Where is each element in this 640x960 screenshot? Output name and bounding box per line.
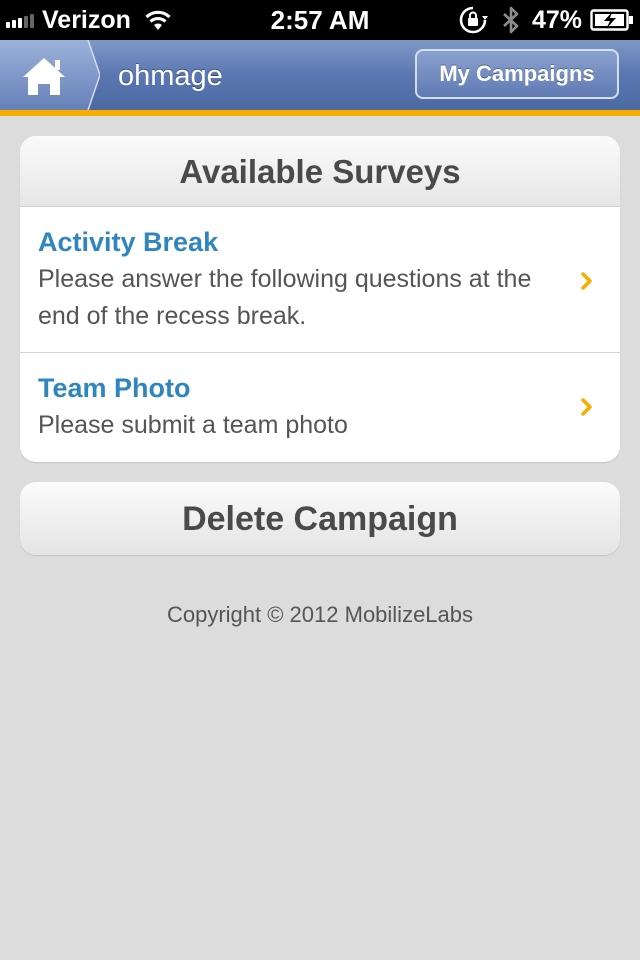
home-button[interactable] <box>0 39 101 111</box>
copyright-text: Copyright © 2012 MobilizeLabs <box>166 602 474 627</box>
status-bar: Verizon 2:57 AM 47% <box>0 0 640 40</box>
delete-campaign-button[interactable]: Delete Campaign <box>20 482 620 555</box>
app-title: ohmage <box>118 60 223 92</box>
survey-description: Please submit a team photo <box>38 411 348 439</box>
nav-accent-stripe <box>0 110 640 116</box>
surveys-header: Available Surveys <box>20 136 620 207</box>
status-bar-right: 47% <box>458 0 634 40</box>
bluetooth-icon <box>503 6 519 34</box>
survey-title: Activity Break <box>38 227 219 257</box>
survey-description: Please answer the following questions at… <box>38 265 532 330</box>
my-campaigns-button[interactable]: My Campaigns <box>415 49 619 99</box>
battery-charging-icon <box>590 9 633 31</box>
survey-item-activity-break[interactable]: Activity Break Please answer the followi… <box>20 207 620 353</box>
chevron-right-icon <box>581 272 592 290</box>
available-surveys-list: Available Surveys Activity Break Please … <box>20 136 620 462</box>
battery-percentage: 47% <box>531 5 582 34</box>
chevron-right-icon <box>581 398 592 416</box>
survey-title: Team Photo <box>38 373 191 403</box>
survey-item-team-photo[interactable]: Team Photo Please submit a team photo <box>20 353 620 461</box>
rotation-lock-icon <box>459 6 488 34</box>
